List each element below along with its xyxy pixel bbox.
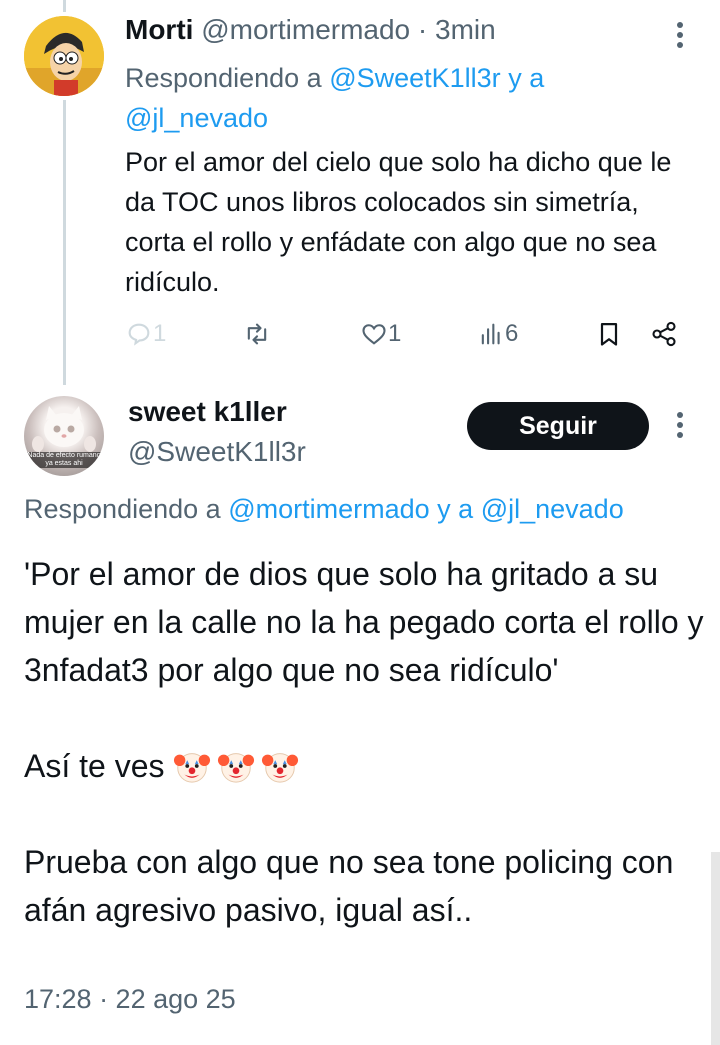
tweet-timestamp[interactable]: 17:28 · 22 ago 25 (24, 984, 236, 1015)
tweet-paragraph-clowns: Así te ves (24, 742, 704, 790)
views-count: 6 (505, 320, 519, 347)
tweet-paragraph-quote: 'Por el amor de dios que solo ha gritado… (24, 556, 704, 688)
mention-sweetk1ll3r[interactable]: @SweetK1ll3r (329, 63, 500, 93)
follow-button[interactable]: Seguir (467, 402, 649, 450)
views-button[interactable]: 6 (477, 314, 518, 354)
share-button[interactable] (650, 314, 678, 354)
clown-emoji-icon (262, 753, 299, 783)
replying-join: y a (437, 494, 474, 524)
reply-count: 1 (153, 320, 167, 347)
main-author-handle[interactable]: @SweetK1ll3r (128, 436, 306, 468)
reply-action-button[interactable]: 1 (125, 314, 166, 354)
main-tweet-text: 'Por el amor de dios que solo ha gritado… (24, 550, 704, 934)
reply-header: Morti @mortimermado · 3min (125, 14, 496, 46)
bookmark-icon (600, 322, 618, 346)
scrollbar[interactable] (711, 852, 720, 1045)
comment-icon (128, 323, 150, 346)
thread-connector-line (63, 100, 66, 385)
like-count: 1 (388, 320, 402, 347)
clown-emoji-icon (174, 753, 211, 783)
replying-prefix: Respondiendo a (24, 494, 221, 524)
reply-author-handle[interactable]: @mortimermado (201, 14, 410, 45)
heart-icon (362, 324, 386, 345)
cartoon-avatar-image (24, 16, 104, 96)
clown-emoji-icon (218, 753, 255, 783)
header-separator: · (417, 14, 428, 45)
avatar-caption: Nada de efecto rumano ya estas ahi (26, 452, 102, 468)
reply-action-bar: 1 1 6 (125, 314, 690, 354)
thread-line-top (63, 0, 66, 12)
main-replying-to: Respondiendo a @mortimermado y a @jl_nev… (24, 494, 624, 525)
main-more-options-icon[interactable] (670, 410, 690, 440)
retweet-icon (247, 323, 267, 345)
replying-join: y a (508, 63, 545, 93)
avatar-sweet-k1ller[interactable]: Nada de efecto rumano ya estas ahi (24, 396, 104, 476)
tweet-paragraph-closing: Prueba con algo que no sea tone policing… (24, 844, 674, 928)
reply-more-options-icon[interactable] (670, 20, 690, 50)
mention-jl-nevado[interactable]: @jl_nevado (125, 103, 268, 133)
mention-jl-nevado[interactable]: @jl_nevado (481, 494, 624, 524)
reply-text: Por el amor del cielo que solo ha dicho … (125, 147, 672, 297)
main-author-name[interactable]: sweet k1ller (128, 396, 287, 428)
avatar-morti[interactable] (24, 16, 104, 96)
mention-mortimermado[interactable]: @mortimermado (228, 494, 429, 524)
share-icon (652, 321, 676, 347)
tweet-paragraph-text: Así te ves (24, 748, 165, 784)
bar-chart-icon (481, 323, 500, 345)
retweet-button[interactable] (243, 314, 271, 354)
reply-replying-to: Respondiendo a @SweetK1ll3r y a @jl_neva… (125, 58, 645, 138)
reply-author-name[interactable]: Morti (125, 14, 193, 45)
like-button[interactable]: 1 (360, 314, 401, 354)
bookmark-button[interactable] (595, 314, 623, 354)
reply-time[interactable]: 3min (435, 14, 496, 45)
replying-prefix: Respondiendo a (125, 63, 322, 93)
